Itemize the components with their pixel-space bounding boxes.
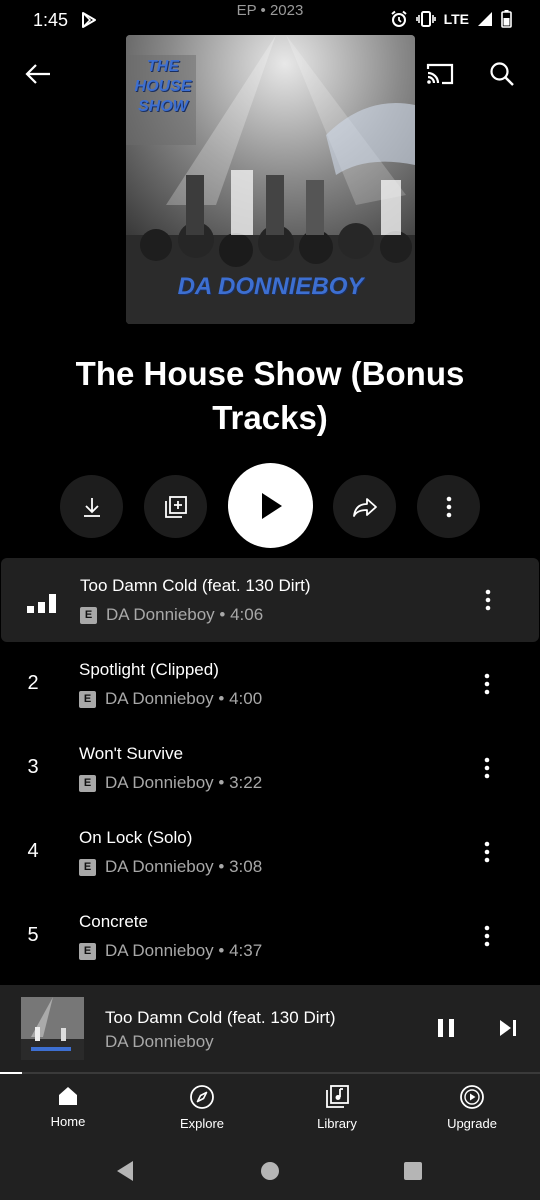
save-to-library-button[interactable]	[144, 475, 207, 538]
explicit-badge: E	[79, 942, 96, 960]
nav-library-label: Library	[317, 1116, 357, 1131]
mini-player[interactable]: Too Damn Cold (feat. 130 Dirt) DA Donnie…	[0, 985, 540, 1072]
nav-home-label: Home	[50, 1114, 86, 1129]
play-button[interactable]	[228, 463, 313, 548]
pause-icon	[438, 1019, 454, 1037]
nav-explore-label: Explore	[179, 1116, 225, 1131]
track-menu-button[interactable]	[472, 918, 502, 954]
download-icon	[83, 497, 100, 517]
track-row[interactable]: 5 Concrete E DA Donnieboy • 4:37	[0, 894, 540, 978]
track-number: 2	[27, 672, 39, 694]
album-art-title: THE HOUSE SHOW	[134, 58, 192, 115]
system-recents-button[interactable]	[400, 1158, 426, 1184]
track-artist-duration: DA Donnieboy • 3:22	[105, 773, 263, 792]
next-button[interactable]	[490, 1010, 526, 1046]
explicit-badge: E	[79, 774, 96, 792]
library-music-icon	[326, 1085, 349, 1108]
triangle-back-icon	[117, 1161, 133, 1181]
mini-player-artist: DA Donnieboy	[105, 1032, 214, 1051]
track-subtitle: E DA Donnieboy • 3:22	[79, 773, 262, 793]
track-subtitle: E DA Donnieboy • 4:00	[79, 689, 262, 709]
track-title: Too Damn Cold (feat. 130 Dirt)	[80, 576, 311, 595]
more-vert-icon	[484, 757, 490, 779]
library-add-icon	[164, 495, 187, 518]
nav-upgrade[interactable]: Upgrade	[422, 1084, 522, 1131]
mini-player-thumbnail	[21, 997, 84, 1060]
cast-button[interactable]	[418, 52, 462, 96]
share-button[interactable]	[333, 475, 396, 538]
track-title: Won't Survive	[79, 744, 184, 763]
upgrade-play-icon	[460, 1085, 484, 1109]
explicit-badge: E	[79, 858, 96, 876]
download-button[interactable]	[60, 475, 123, 538]
now-playing-bars-icon	[27, 594, 59, 619]
mini-player-title: Too Damn Cold (feat. 130 Dirt)	[105, 1008, 336, 1027]
album-art: THE HOUSE SHOW DA DONNIEBOY	[126, 35, 415, 324]
more-vert-icon	[484, 673, 490, 695]
cast-icon	[426, 63, 454, 85]
bottom-navigation: Home Explore Library Upgrade	[0, 1074, 540, 1144]
track-row[interactable]: Too Damn Cold (feat. 130 Dirt) E DA Donn…	[1, 558, 539, 642]
track-artist-duration: DA Donnieboy • 4:06	[106, 605, 264, 624]
track-menu-button[interactable]	[472, 834, 502, 870]
search-icon	[490, 62, 514, 86]
back-button[interactable]	[16, 52, 60, 96]
more-vert-icon	[484, 841, 490, 863]
nav-library[interactable]: Library	[287, 1084, 387, 1131]
album-actions	[0, 463, 540, 549]
explicit-badge: E	[79, 690, 96, 708]
system-back-button[interactable]	[112, 1158, 138, 1184]
more-vert-icon	[446, 496, 451, 517]
more-vert-icon	[484, 925, 490, 947]
arrow-left-icon	[25, 64, 50, 84]
more-vert-icon	[485, 589, 491, 611]
skip-next-icon	[500, 1020, 516, 1036]
release-info: EP • 2023	[236, 2, 304, 19]
track-number: 3	[27, 756, 39, 778]
track-row[interactable]: 2 Spotlight (Clipped) E DA Donnieboy • 4…	[0, 642, 540, 726]
nav-explore[interactable]: Explore	[152, 1084, 252, 1131]
track-menu-button[interactable]	[472, 750, 502, 786]
nav-upgrade-label: Upgrade	[447, 1116, 497, 1131]
track-artist-duration: DA Donnieboy • 3:08	[105, 857, 263, 876]
track-number: 4	[27, 840, 39, 862]
compass-icon	[190, 1085, 214, 1109]
track-number: 5	[27, 924, 39, 946]
track-menu-button[interactable]	[472, 666, 502, 702]
explicit-badge: E	[80, 606, 97, 624]
circle-home-icon	[261, 1162, 279, 1180]
album-art-artist: DA DONNIEBOY	[177, 273, 364, 300]
pause-button[interactable]	[428, 1010, 464, 1046]
track-row[interactable]: 4 On Lock (Solo) E DA Donnieboy • 3:08	[0, 810, 540, 894]
track-menu-button[interactable]	[473, 582, 503, 618]
search-button[interactable]	[480, 52, 524, 96]
system-home-button[interactable]	[257, 1158, 283, 1184]
track-artist-duration: DA Donnieboy • 4:37	[105, 941, 263, 960]
play-icon	[261, 492, 282, 519]
track-title: Spotlight (Clipped)	[79, 660, 219, 679]
more-options-button[interactable]	[417, 475, 480, 538]
track-subtitle: E DA Donnieboy • 4:37	[79, 941, 262, 961]
system-navigation-bar	[0, 1144, 540, 1200]
nav-home[interactable]: Home	[18, 1084, 118, 1129]
home-icon	[59, 1087, 77, 1105]
track-subtitle: E DA Donnieboy • 4:06	[80, 605, 263, 625]
track-subtitle: E DA Donnieboy • 3:08	[79, 857, 262, 877]
square-recents-icon	[404, 1162, 422, 1180]
album-title: The House Show (Bonus Tracks)	[75, 355, 465, 436]
track-artist-duration: DA Donnieboy • 4:00	[105, 689, 263, 708]
track-title: On Lock (Solo)	[79, 828, 193, 847]
track-row[interactable]: 3 Won't Survive E DA Donnieboy • 3:22	[0, 726, 540, 810]
track-title: Concrete	[79, 912, 148, 931]
share-icon	[352, 497, 377, 517]
